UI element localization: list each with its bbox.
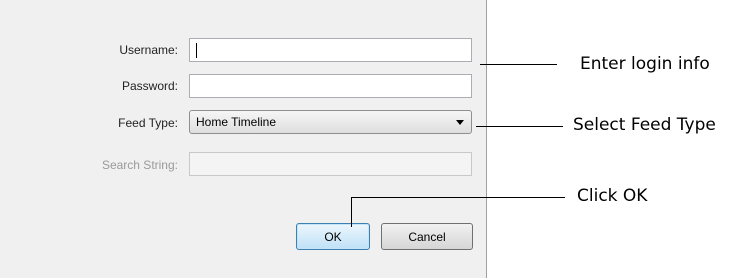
text-caret bbox=[196, 43, 197, 58]
password-input[interactable] bbox=[190, 75, 471, 97]
login-dialog: Username: Password: Feed Type: Home Time… bbox=[0, 0, 487, 278]
username-input[interactable] bbox=[190, 39, 471, 61]
feed-type-selected-value: Home Timeline bbox=[196, 115, 277, 129]
feed-type-label: Feed Type: bbox=[118, 116, 178, 130]
ok-callout-text: Click OK bbox=[577, 186, 648, 206]
username-label: Username: bbox=[119, 43, 178, 57]
ok-callout-pointer bbox=[351, 197, 352, 227]
ok-button[interactable]: OK bbox=[296, 223, 370, 250]
password-label: Password: bbox=[121, 79, 178, 93]
search-string-label: Search String: bbox=[101, 158, 178, 172]
ok-callout-line bbox=[351, 197, 565, 198]
login-callout-text: Enter login info bbox=[580, 54, 710, 74]
search-string-field bbox=[189, 152, 472, 176]
login-callout-line bbox=[480, 64, 557, 65]
feed-callout-line bbox=[476, 126, 563, 127]
feed-type-select[interactable]: Home Timeline bbox=[189, 110, 472, 134]
cancel-button[interactable]: Cancel bbox=[381, 223, 473, 250]
feed-callout-text: Select Feed Type bbox=[573, 115, 716, 135]
dropdown-arrow-icon bbox=[456, 120, 464, 125]
username-field[interactable] bbox=[189, 38, 472, 62]
search-string-input bbox=[190, 153, 471, 175]
password-field[interactable] bbox=[189, 74, 472, 98]
